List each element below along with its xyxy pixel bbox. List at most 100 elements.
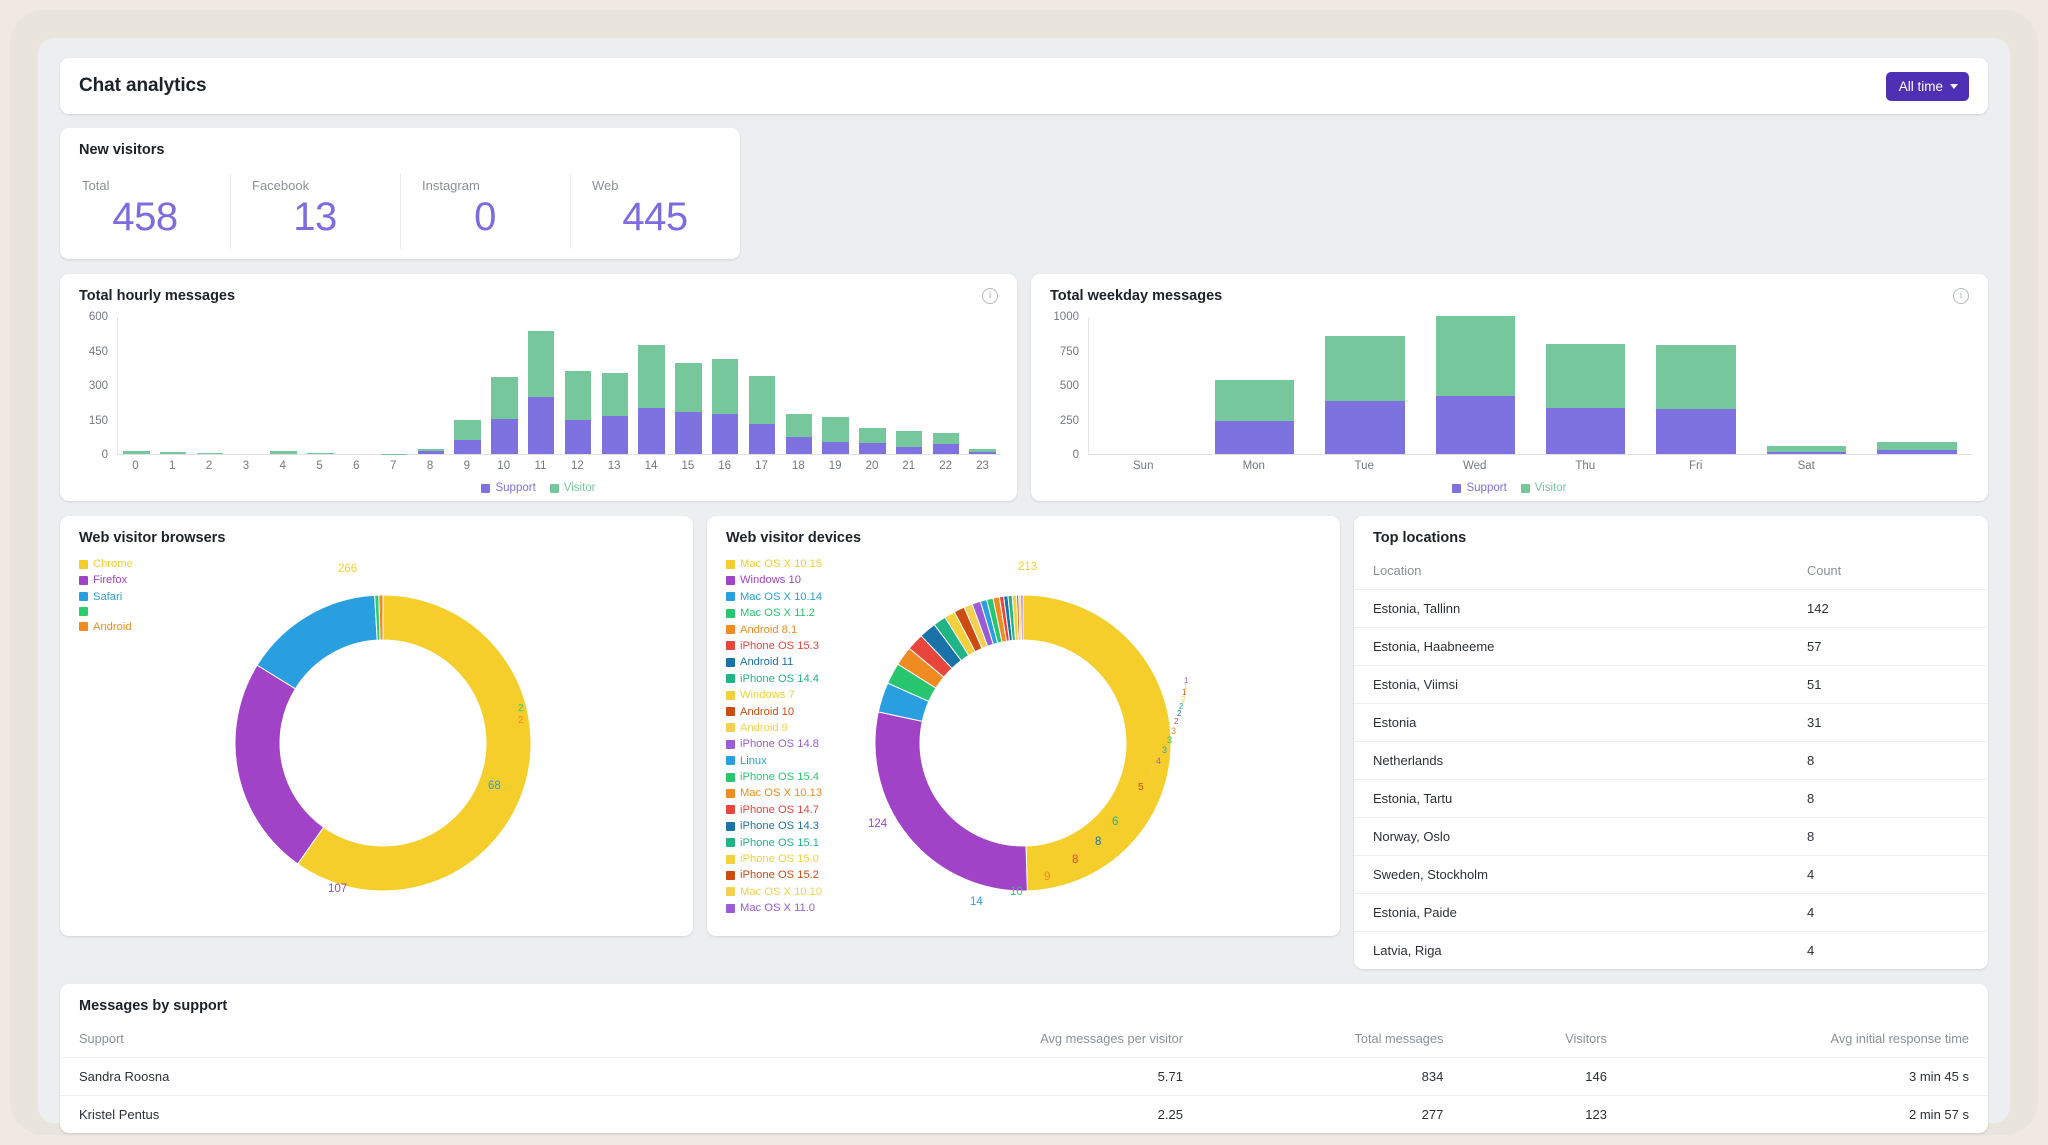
stacked-bar[interactable]	[1545, 343, 1626, 454]
legend-item[interactable]: Android 8.1	[726, 624, 848, 636]
stacked-bar[interactable]	[638, 345, 665, 454]
legend-item[interactable]: Windows 10	[726, 574, 848, 586]
stacked-bar[interactable]	[601, 373, 628, 454]
stacked-bar[interactable]	[859, 428, 886, 454]
legend-item[interactable]: iPhone OS 14.8	[726, 738, 848, 750]
bar-segment-support	[895, 447, 923, 454]
legend-item[interactable]: Chrome	[79, 558, 203, 570]
stacked-bar[interactable]	[895, 431, 923, 454]
stacked-bar[interactable]	[932, 432, 960, 454]
donut-slice[interactable]	[234, 664, 325, 865]
legend-item[interactable]: iPhone OS 15.4	[726, 771, 848, 783]
bar-segment-support	[1435, 395, 1516, 454]
stacked-bar[interactable]	[159, 451, 187, 454]
location-cell: Estonia, Paide	[1354, 893, 1788, 932]
legend-item-visitor[interactable]: Visitor	[549, 482, 596, 494]
bar-segment-support	[859, 443, 886, 454]
legend-item-support[interactable]: Support	[1452, 482, 1507, 494]
x-tick-label: 13	[607, 460, 621, 472]
legend-item-visitor[interactable]: Visitor	[1520, 482, 1567, 494]
legend-item[interactable]	[79, 607, 203, 617]
legend-item-support[interactable]: Support	[481, 482, 536, 494]
count-cell: 8	[1787, 741, 1988, 780]
stacked-bar[interactable]	[454, 420, 481, 454]
stacked-bar[interactable]	[196, 453, 224, 454]
y-tick-label: 150	[88, 414, 108, 427]
legend-item[interactable]: iPhone OS 15.2	[726, 869, 848, 881]
legend-item[interactable]: Linux	[726, 755, 848, 767]
time-range-button[interactable]: All time	[1885, 71, 1969, 101]
stacked-bar[interactable]	[564, 371, 592, 454]
legend-item[interactable]: Android 9	[726, 722, 848, 734]
bar-segment-support	[675, 412, 702, 454]
legend-item[interactable]: iPhone OS 14.7	[726, 804, 848, 816]
bar-slot	[817, 317, 854, 454]
bar-segment-support	[491, 418, 518, 454]
stacked-bar[interactable]	[1766, 445, 1847, 454]
legend-item[interactable]: Firefox	[79, 574, 203, 586]
x-tick-label: Sat	[1797, 460, 1815, 472]
column-header: Support	[79, 1031, 124, 1046]
legend-item[interactable]: Mac OS X 10.13	[726, 787, 848, 799]
legend-swatch	[1520, 483, 1530, 493]
legend-item[interactable]: iPhone OS 14.4	[726, 673, 848, 685]
legend-item[interactable]: Mac OS X 11.0	[726, 902, 848, 914]
donut-slice[interactable]	[378, 594, 384, 641]
stacked-bar[interactable]	[1325, 335, 1405, 454]
stacked-bar[interactable]	[711, 358, 739, 454]
messages-by-support-title: Messages by support	[79, 998, 228, 1014]
legend-item[interactable]: iPhone OS 15.1	[726, 837, 848, 849]
legend-item[interactable]: Windows 7	[726, 689, 848, 701]
legend-item[interactable]: Safari	[79, 591, 203, 603]
slice-value-label: 4	[1148, 768, 1154, 778]
info-icon[interactable]: i	[1953, 288, 1969, 304]
stacked-bar[interactable]	[1435, 316, 1516, 454]
table-row: Kristel Pentus 2.25 277 123 2 min 57 s	[60, 1095, 1988, 1133]
stacked-bar[interactable]	[491, 377, 518, 454]
legend-item[interactable]: Android	[79, 621, 203, 633]
stacked-bar[interactable]	[785, 413, 812, 454]
stacked-bar[interactable]	[1214, 380, 1295, 454]
bar-segment-support	[1545, 407, 1626, 454]
y-axis: 0 150 300 450 600	[72, 311, 114, 461]
stacked-bar[interactable]	[270, 451, 297, 454]
bar-segment-support	[785, 436, 812, 454]
bar-segment-support	[1656, 409, 1736, 454]
visitor-metric-web: Web 445	[570, 166, 740, 259]
metric-label: Instagram	[422, 178, 480, 193]
legend-label: Mac OS X 11.0	[740, 902, 816, 915]
donut-slice[interactable]	[1020, 594, 1024, 641]
legend-item[interactable]: Mac OS X 10.10	[726, 886, 848, 898]
stacked-bar[interactable]	[675, 363, 702, 454]
legend-item[interactable]: Mac OS X 10.14	[726, 591, 848, 603]
stacked-bar[interactable]	[822, 416, 849, 454]
legend-item[interactable]: Android 11	[726, 656, 848, 668]
location-cell: Sweden, Stockholm	[1354, 855, 1788, 894]
legend-item[interactable]: iPhone OS 14.3	[726, 820, 848, 832]
stacked-bar[interactable]	[307, 452, 334, 454]
donut-slice[interactable]	[874, 711, 1028, 892]
legend-item[interactable]: iPhone OS 15.3	[726, 640, 848, 652]
legend-label: iPhone OS 14.7	[740, 803, 819, 816]
count-cell: 51	[1787, 665, 1988, 704]
stacked-bar[interactable]	[1877, 441, 1957, 454]
stacked-bar[interactable]	[527, 330, 555, 454]
stacked-bar[interactable]	[748, 375, 776, 454]
stacked-bar[interactable]	[417, 448, 445, 454]
slice-value-label: 3	[1171, 726, 1177, 736]
table-row: Estonia, Tartu 8	[1354, 779, 1988, 818]
legend-item[interactable]: iPhone OS 15.0	[726, 853, 848, 865]
location-cell: Netherlands	[1354, 741, 1788, 780]
location-cell: Estonia, Tartu	[1354, 779, 1788, 818]
stacked-bar[interactable]	[969, 449, 996, 454]
legend-item[interactable]: Mac OS X 11.2	[726, 607, 848, 619]
browsers-donut: 266 107 68 2 2	[203, 558, 693, 924]
legend-item[interactable]: Mac OS X 10.15	[726, 558, 848, 570]
slice-value-label: 3	[1167, 735, 1173, 745]
legend-item[interactable]: Android 10	[726, 706, 848, 718]
stacked-bar[interactable]	[123, 450, 150, 454]
info-icon[interactable]: i	[982, 288, 998, 304]
stacked-bar[interactable]	[1656, 345, 1736, 454]
donut-slice[interactable]	[256, 594, 378, 690]
legend-label: iPhone OS 15.1	[740, 836, 819, 849]
